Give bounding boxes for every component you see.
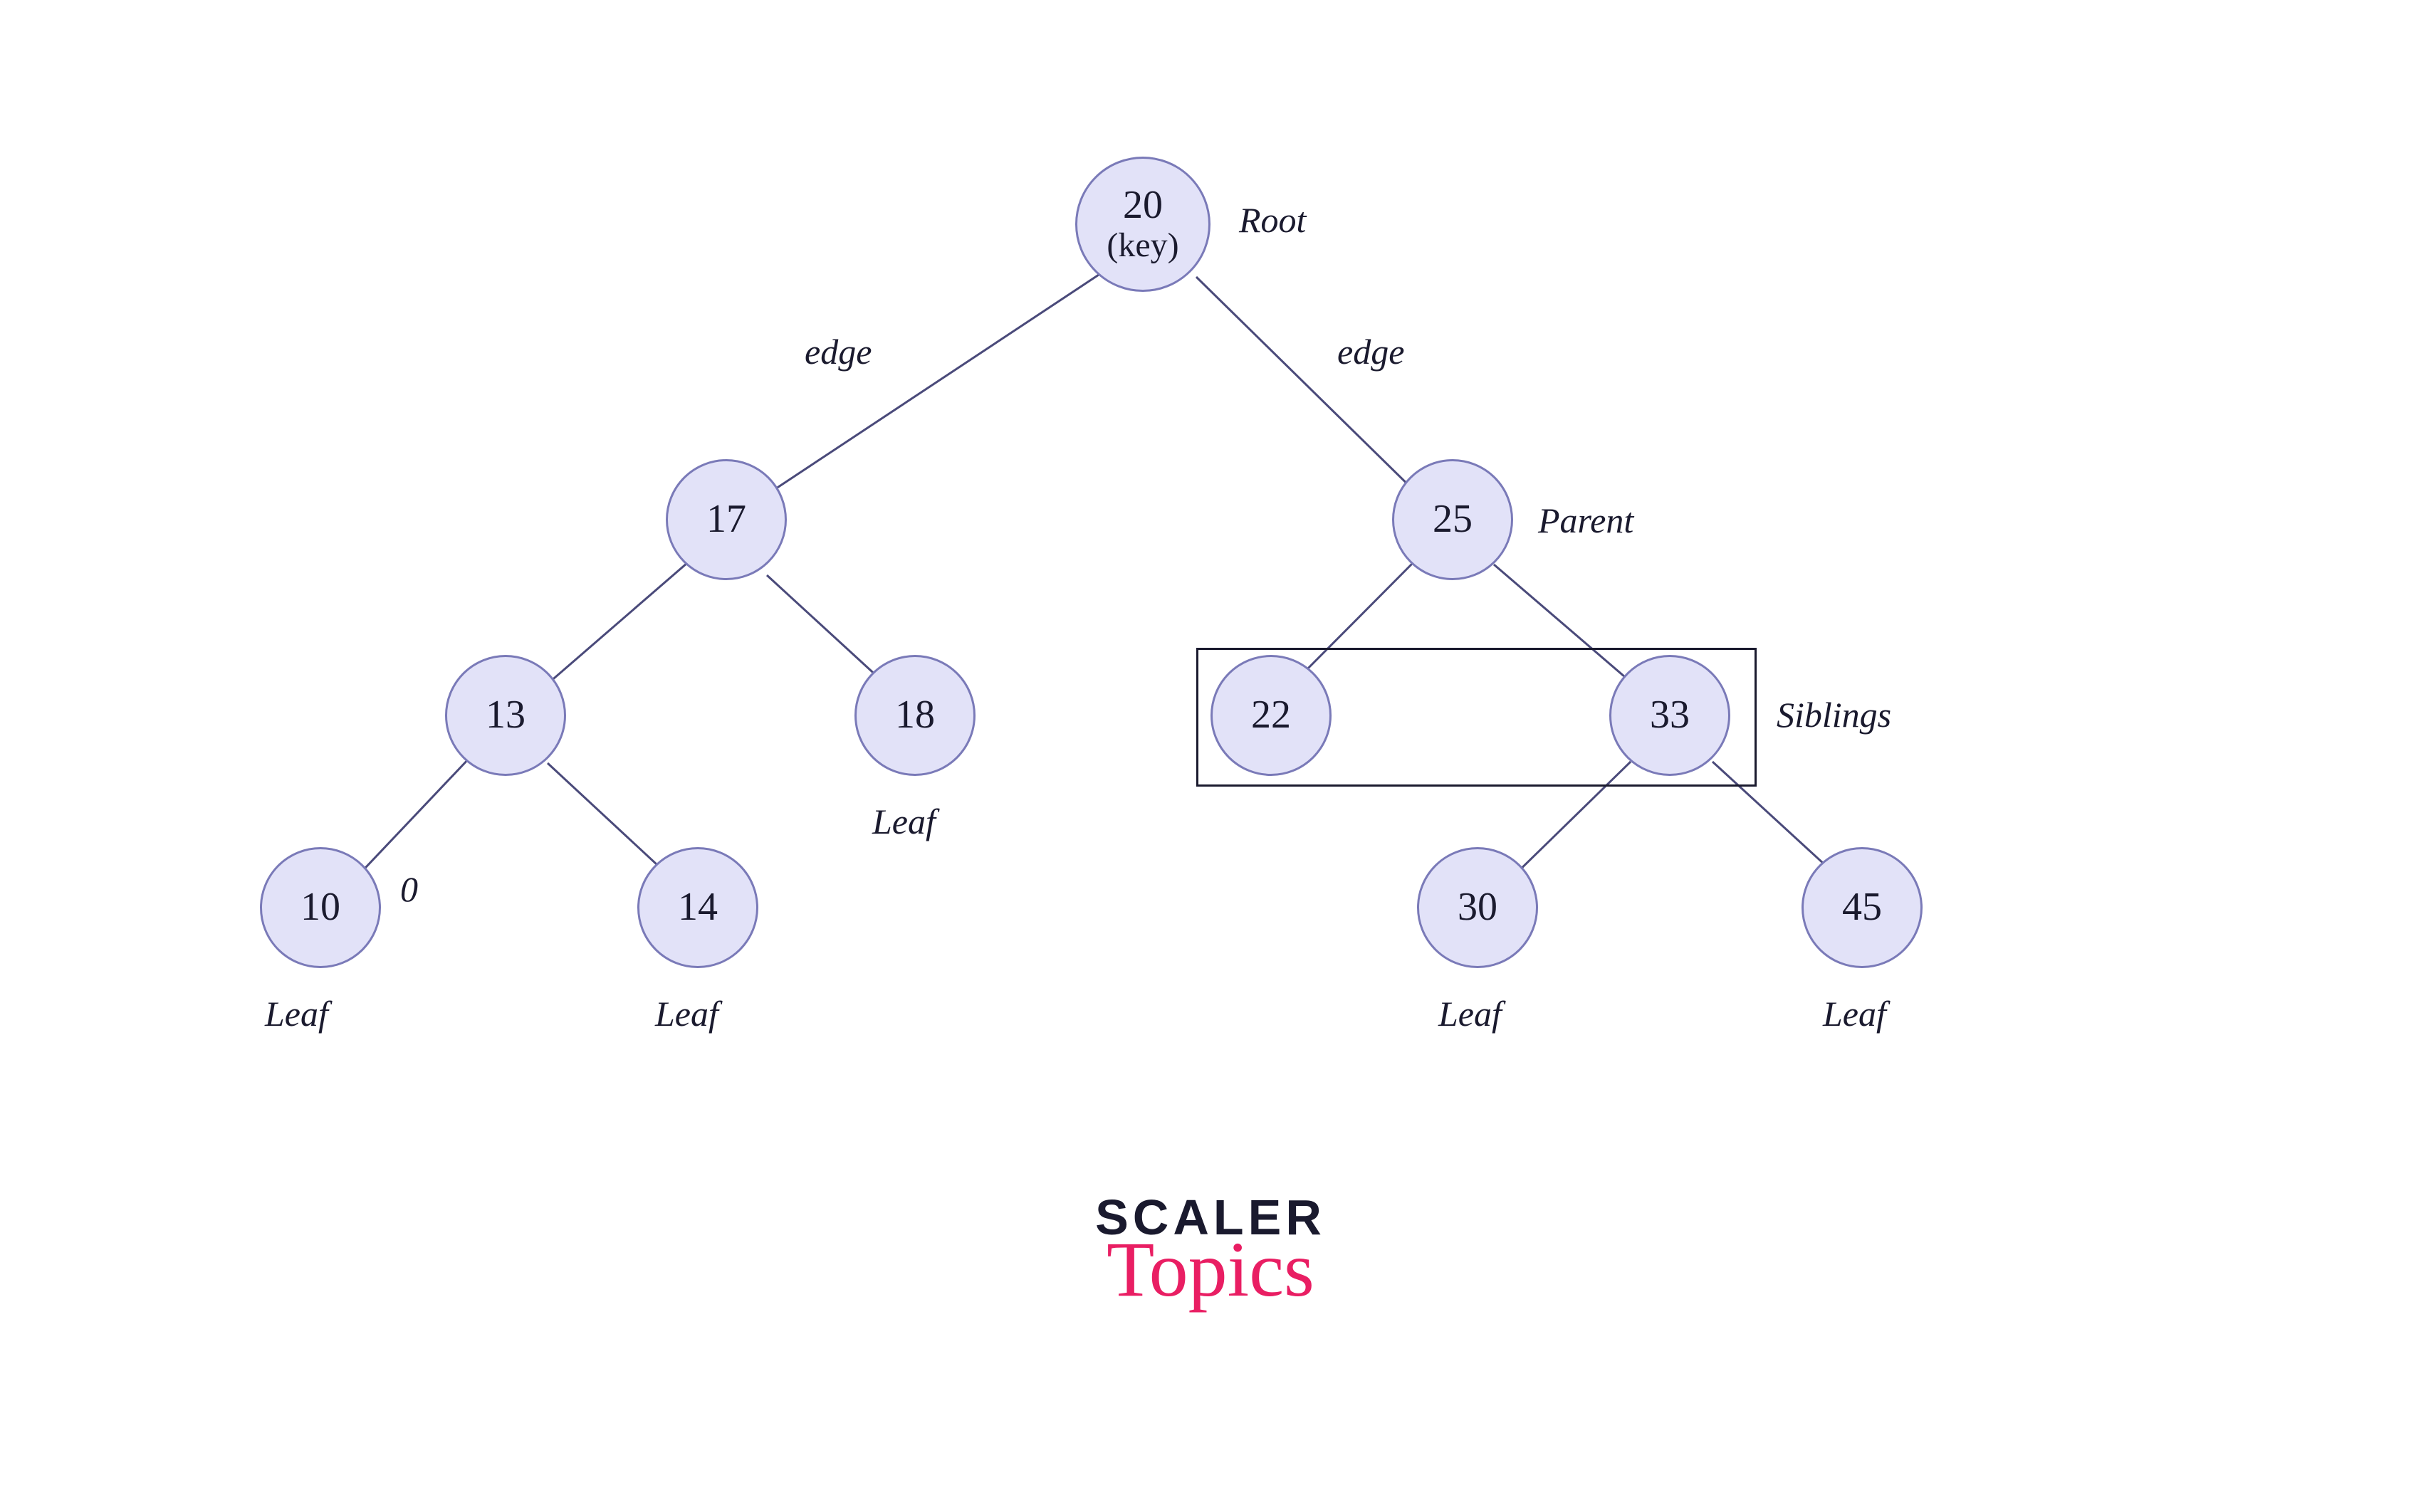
edge-root-25 xyxy=(1196,277,1422,498)
label-leaf-18: Leaf xyxy=(872,801,936,842)
label-leaf-10: Leaf xyxy=(265,993,328,1034)
edge-17-13 xyxy=(544,563,687,687)
edge-13-10 xyxy=(355,757,470,879)
node-17: 17 xyxy=(666,459,787,580)
node-45: 45 xyxy=(1802,847,1923,968)
label-root: Root xyxy=(1239,199,1306,241)
node-10: 10 xyxy=(260,847,381,968)
node-root-value: 20 xyxy=(1123,184,1163,228)
node-22-value: 22 xyxy=(1251,693,1291,737)
node-13-value: 13 xyxy=(486,693,525,737)
node-10-value: 10 xyxy=(300,886,340,930)
node-14: 14 xyxy=(637,847,758,968)
node-13: 13 xyxy=(445,655,566,776)
node-22: 22 xyxy=(1210,655,1332,776)
node-45-value: 45 xyxy=(1842,886,1882,930)
node-30-value: 30 xyxy=(1458,886,1497,930)
label-parent: Parent xyxy=(1538,500,1633,541)
label-leaf-45: Leaf xyxy=(1823,993,1886,1034)
label-leaf-14: Leaf xyxy=(655,993,718,1034)
label-zero: 0 xyxy=(400,868,418,910)
node-root-sub: (key) xyxy=(1107,227,1178,265)
label-siblings: Siblings xyxy=(1777,694,1891,735)
node-25-value: 25 xyxy=(1433,498,1473,542)
label-edge-left: edge xyxy=(805,331,872,372)
node-25: 25 xyxy=(1392,459,1513,580)
node-33: 33 xyxy=(1609,655,1730,776)
scaler-topics-logo: SCALER Topics xyxy=(1095,1189,1326,1315)
tree-diagram: 20 (key) 17 25 13 18 22 33 10 14 30 45 R… xyxy=(0,0,2421,1512)
node-30: 30 xyxy=(1417,847,1538,968)
node-root: 20 (key) xyxy=(1075,157,1210,292)
label-edge-right: edge xyxy=(1337,331,1404,372)
logo-topics-text: Topics xyxy=(1095,1224,1326,1315)
node-18-value: 18 xyxy=(895,693,935,737)
node-17-value: 17 xyxy=(706,498,746,542)
node-18: 18 xyxy=(854,655,976,776)
label-leaf-30: Leaf xyxy=(1438,993,1502,1034)
edge-root-17 xyxy=(761,275,1099,498)
node-33-value: 33 xyxy=(1650,693,1690,737)
node-14-value: 14 xyxy=(678,886,718,930)
